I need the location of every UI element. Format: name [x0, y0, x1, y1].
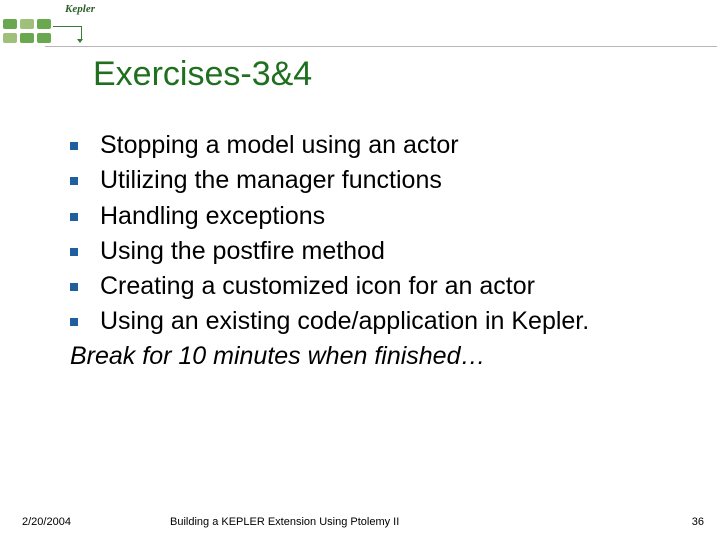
break-note: Break for 10 minutes when finished…: [70, 342, 690, 371]
list-item: Handling exceptions: [70, 201, 690, 232]
slide: Kepler Exercises-3&4 Stopping a model us…: [0, 0, 720, 540]
bullet-text: Creating a customized icon for an actor: [100, 271, 535, 302]
logo-block-icon: [37, 33, 51, 43]
bullet-square-icon: [70, 213, 78, 221]
bullet-square-icon: [70, 142, 78, 150]
slide-title: Exercises-3&4: [93, 55, 312, 94]
bullet-text: Handling exceptions: [100, 201, 325, 232]
slide-footer: 2/20/2004 Building a KEPLER Extension Us…: [0, 508, 720, 528]
list-item: Using the postfire method: [70, 236, 690, 267]
bullet-text: Utilizing the manager functions: [100, 165, 442, 196]
logo-block-icon: [3, 33, 17, 43]
bullet-square-icon: [70, 248, 78, 256]
footer-title: Building a KEPLER Extension Using Ptolem…: [170, 516, 399, 528]
logo-block-icon: [37, 19, 51, 29]
list-item: Using an existing code/application in Ke…: [70, 306, 690, 337]
logo-brand-text: Kepler: [65, 3, 95, 15]
bullet-text: Using the postfire method: [100, 236, 385, 267]
slide-body: Stopping a model using an actor Utilizin…: [70, 130, 690, 371]
logo-connector-icon: [53, 26, 82, 39]
bullet-square-icon: [70, 177, 78, 185]
list-item: Creating a customized icon for an actor: [70, 271, 690, 302]
bullet-text: Stopping a model using an actor: [100, 130, 459, 161]
footer-date: 2/20/2004: [22, 516, 71, 528]
bullet-square-icon: [70, 318, 78, 326]
logo-block-icon: [20, 19, 34, 29]
title-divider: [45, 46, 717, 47]
footer-page-number: 36: [692, 516, 704, 528]
list-item: Stopping a model using an actor: [70, 130, 690, 161]
bullet-square-icon: [70, 283, 78, 291]
logo-block-icon: [3, 19, 17, 29]
kepler-logo: Kepler: [3, 3, 98, 45]
logo-block-icon: [20, 33, 34, 43]
list-item: Utilizing the manager functions: [70, 165, 690, 196]
bullet-text: Using an existing code/application in Ke…: [100, 306, 589, 337]
